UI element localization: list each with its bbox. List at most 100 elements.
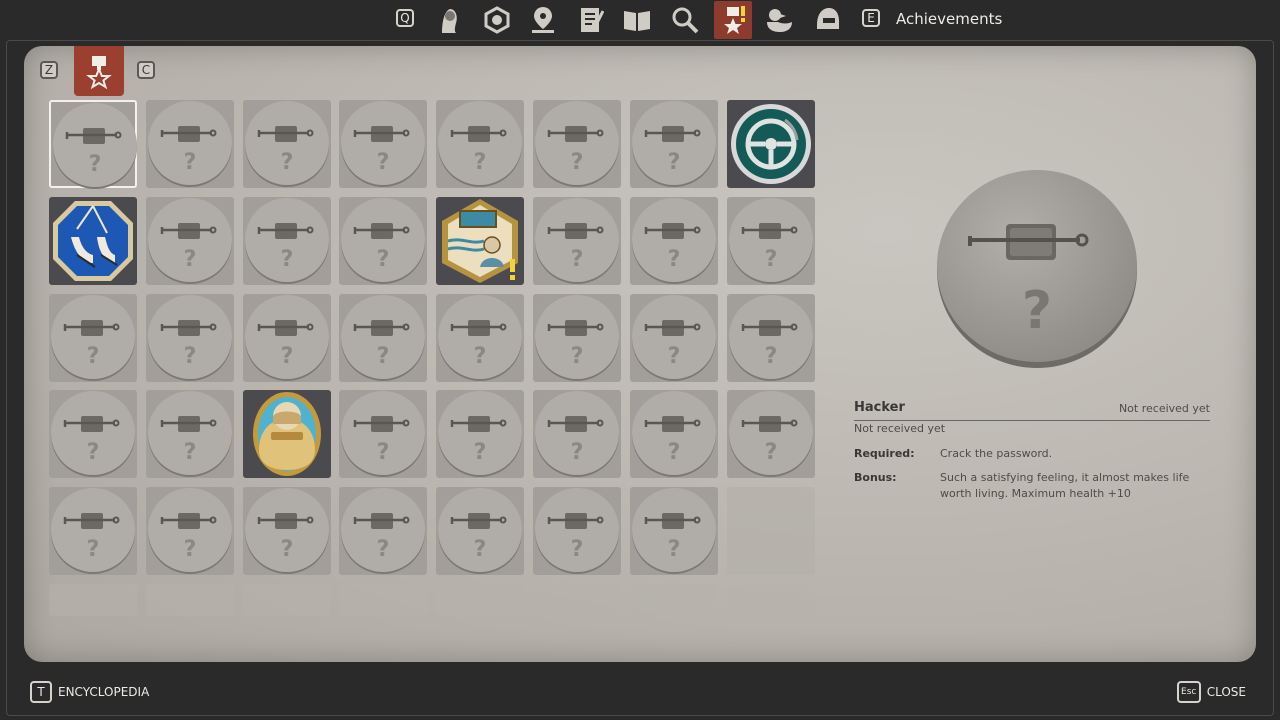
inspect-magnifier-icon[interactable]	[670, 4, 700, 36]
achievement-status-right: Not received yet	[1118, 402, 1210, 415]
close-button[interactable]: Esc CLOSE	[1176, 681, 1246, 703]
achievement-locked[interactable]: ?	[533, 487, 621, 576]
achievement-slot-empty	[726, 487, 815, 576]
achievement-locked[interactable]: ?	[436, 487, 525, 576]
achievement-row-partial	[339, 584, 428, 616]
svg-text:?: ?	[764, 247, 777, 272]
achievement-locked[interactable]: ?	[242, 100, 331, 188]
subtab-prev-key[interactable]: Z	[40, 61, 58, 79]
encyclopedia-button[interactable]: T ENCYCLOPEDIA	[30, 681, 149, 703]
achievement-locked[interactable]: ?	[242, 196, 331, 285]
close-key: Esc	[1176, 681, 1201, 703]
svg-text:?: ?	[87, 344, 100, 369]
divider	[854, 420, 1210, 421]
helmet-icon[interactable]	[812, 4, 842, 36]
svg-text:?: ?	[183, 247, 196, 272]
achievement-locked[interactable]: ?	[339, 390, 428, 479]
svg-text:?: ?	[764, 440, 777, 465]
achievement-title: Hacker	[854, 400, 905, 415]
top-navigation: Q E Achievements	[0, 0, 1280, 42]
achievement-row-partial	[629, 584, 718, 616]
achievement-steering-wheel[interactable]	[726, 100, 815, 188]
svg-text:?: ?	[280, 150, 293, 175]
achievement-locked[interactable]: ?	[629, 390, 718, 479]
achievements-tab[interactable]	[74, 46, 124, 96]
nav-next-key[interactable]: E	[862, 9, 880, 27]
achievement-locked[interactable]: ?	[533, 196, 621, 285]
achievement-covered-eyes[interactable]	[242, 390, 331, 479]
thought-cabinet-icon[interactable]	[482, 4, 512, 36]
achievement-locked[interactable]: ?	[339, 196, 428, 285]
encyclopedia-book-icon[interactable]	[622, 4, 652, 36]
achievement-locked[interactable]: ?	[629, 100, 718, 188]
selected-medal-preview: ?	[937, 170, 1137, 368]
map-pin-icon[interactable]	[528, 4, 558, 36]
svg-text:?: ?	[764, 344, 777, 369]
journal-icon[interactable]	[576, 4, 606, 36]
required-label: Required:	[854, 447, 915, 460]
svg-text:?: ?	[667, 247, 680, 272]
bonus-label: Bonus:	[854, 471, 897, 484]
svg-text:?: ?	[280, 537, 293, 562]
achievement-row-partial	[242, 584, 331, 616]
svg-text:?: ?	[474, 344, 487, 369]
svg-text:?: ?	[571, 344, 584, 369]
achievement-locked[interactable]: ?	[339, 100, 428, 188]
rubber-duck-icon[interactable]	[764, 4, 794, 36]
svg-text:?: ?	[474, 150, 487, 175]
required-value: Crack the password.	[940, 447, 1053, 460]
svg-text:?: ?	[667, 440, 680, 465]
svg-text:?: ?	[183, 344, 196, 369]
svg-text:?: ?	[571, 440, 584, 465]
nav-prev-key[interactable]: Q	[396, 9, 414, 27]
svg-text:?: ?	[183, 537, 196, 562]
achievement-locked[interactable]: ?	[145, 100, 234, 188]
character-portrait-icon[interactable]	[434, 4, 464, 36]
svg-text:?: ?	[89, 152, 102, 177]
achievement-locked[interactable]: ?	[145, 293, 234, 382]
achievement-locked[interactable]: ?	[533, 390, 621, 479]
achievement-row-partial	[436, 584, 525, 616]
achievement-locked[interactable]: ?	[242, 293, 331, 382]
achievements-medal-icon[interactable]	[714, 1, 752, 39]
encyclopedia-label: ENCYCLOPEDIA	[58, 685, 150, 699]
subtab-next-key[interactable]: C	[137, 61, 155, 79]
achievement-locked[interactable]: ?	[533, 293, 621, 382]
svg-text:?: ?	[1022, 281, 1052, 341]
achievement-locked[interactable]: ?	[629, 196, 718, 285]
svg-text:?: ?	[87, 537, 100, 562]
achievement-hacker-selected[interactable]: ?	[49, 100, 137, 189]
svg-text:?: ?	[474, 440, 487, 465]
achievement-locked[interactable]: ?	[726, 390, 815, 479]
achievement-locked[interactable]: ?	[145, 390, 234, 479]
achievement-locked[interactable]: ?	[629, 293, 718, 382]
svg-text:?: ?	[377, 247, 390, 272]
achievement-locked[interactable]: ?	[49, 390, 137, 479]
achievement-locked[interactable]: ?	[629, 487, 718, 576]
achievement-locked[interactable]: ?	[242, 487, 331, 576]
achievement-locked[interactable]: ?	[49, 293, 137, 382]
medal-tab-icon	[86, 56, 112, 89]
achievement-window-portrait[interactable]	[436, 196, 525, 285]
achievement-locked[interactable]: ?	[726, 293, 815, 382]
svg-text:?: ?	[183, 440, 196, 465]
achievement-locked[interactable]: ?	[726, 196, 815, 285]
achievement-locked[interactable]: ?	[49, 487, 137, 576]
encyclopedia-key: T	[30, 681, 52, 703]
svg-text:?: ?	[474, 537, 487, 562]
bonus-value: Such a satisfying feeling, it almost mak…	[940, 471, 1190, 500]
achievement-locked[interactable]: ?	[436, 390, 525, 479]
svg-text:?: ?	[667, 344, 680, 369]
achievement-row-partial	[533, 584, 621, 616]
achievement-locked[interactable]: ?	[339, 487, 428, 576]
achievement-locked[interactable]: ?	[436, 100, 525, 188]
achievement-locked[interactable]: ?	[533, 100, 621, 188]
svg-text:?: ?	[571, 150, 584, 175]
achievement-locked[interactable]: ?	[145, 487, 234, 576]
achievement-locked[interactable]: ?	[145, 196, 234, 285]
achievement-row-partial	[145, 584, 234, 616]
achievement-locked[interactable]: ?	[339, 293, 428, 382]
svg-text:?: ?	[667, 537, 680, 562]
achievement-sneakers[interactable]	[49, 196, 137, 285]
achievement-locked[interactable]: ?	[436, 293, 525, 382]
